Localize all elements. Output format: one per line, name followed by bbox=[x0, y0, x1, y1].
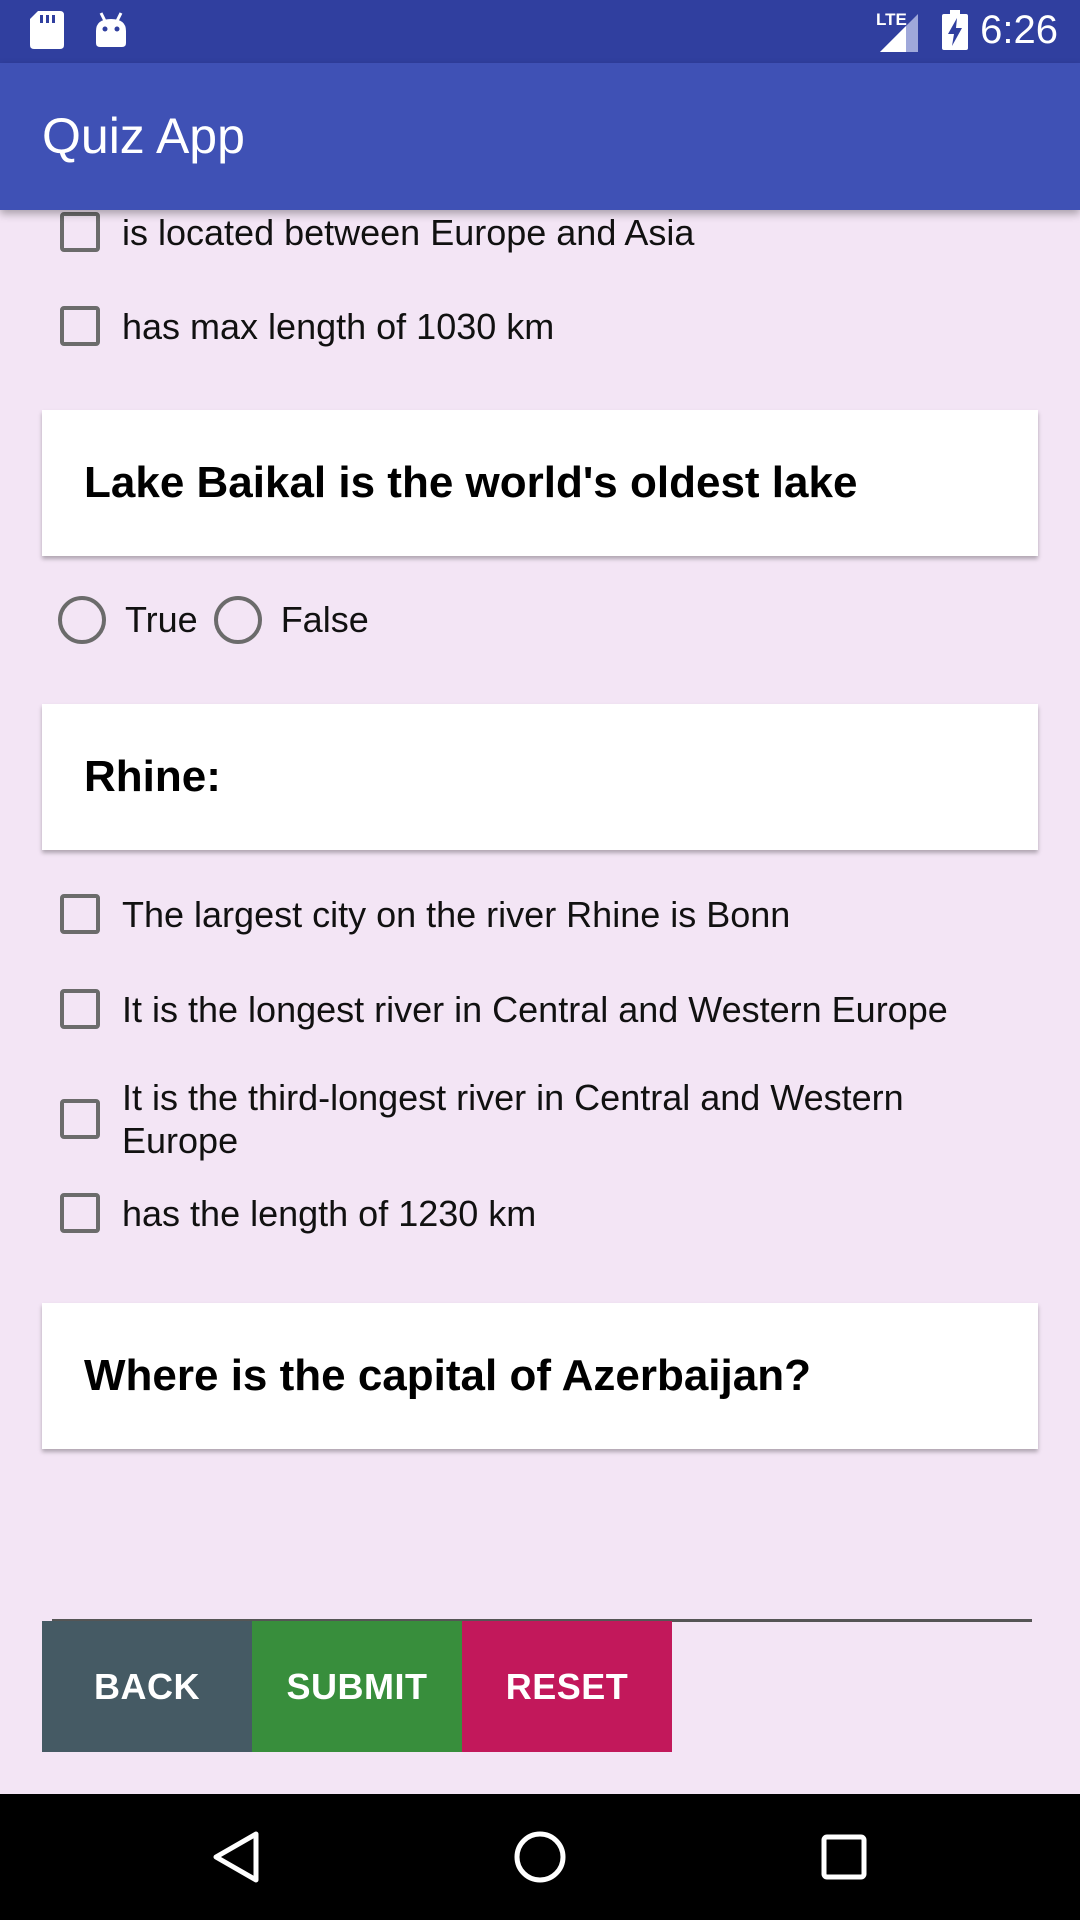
app-title: Quiz App bbox=[42, 108, 245, 164]
sd-card-icon bbox=[30, 11, 64, 54]
quiz-content[interactable]: is located between Europe and Asia has m… bbox=[0, 210, 1080, 1794]
option-label: It is the third-longest river in Central… bbox=[122, 1077, 904, 1161]
android-icon bbox=[94, 11, 128, 54]
option-row[interactable]: is located between Europe and Asia bbox=[60, 210, 1020, 254]
option-label: It is the longest river in Central and W… bbox=[122, 988, 948, 1030]
recents-square-icon[interactable] bbox=[764, 1794, 924, 1920]
app-bar: Quiz App bbox=[0, 63, 1080, 210]
checkbox[interactable] bbox=[60, 1193, 100, 1233]
checkbox[interactable] bbox=[60, 894, 100, 934]
signal-icon bbox=[880, 14, 918, 57]
checkbox[interactable] bbox=[60, 212, 100, 252]
checkbox[interactable] bbox=[60, 1099, 100, 1139]
home-circle-icon[interactable] bbox=[460, 1794, 620, 1920]
battery-charging-icon bbox=[942, 10, 968, 55]
option-row[interactable]: has max length of 1030 km bbox=[60, 304, 1020, 348]
back-button[interactable]: BACK bbox=[42, 1621, 252, 1752]
option-row[interactable]: It is the third-longest river in Central… bbox=[60, 1076, 1020, 1162]
action-buttons: BACK SUBMIT RESET bbox=[42, 1621, 672, 1752]
checkbox[interactable] bbox=[60, 989, 100, 1029]
radio-button[interactable] bbox=[213, 596, 262, 644]
question-card-rhine: Rhine: bbox=[42, 704, 1038, 850]
radio-group-baikal: True False bbox=[58, 596, 385, 644]
status-bar: LTE 6:26 bbox=[0, 0, 1080, 63]
question-title: Lake Baikal is the world's oldest lake bbox=[84, 458, 858, 507]
option-row[interactable]: It is the longest river in Central and W… bbox=[60, 987, 1020, 1031]
checkbox[interactable] bbox=[60, 306, 100, 346]
reset-button[interactable]: RESET bbox=[462, 1621, 672, 1752]
radio-label: True bbox=[125, 599, 198, 640]
option-label: is located between Europe and Asia bbox=[122, 211, 695, 253]
option-row[interactable]: has the length of 1230 km bbox=[60, 1191, 1020, 1235]
submit-button[interactable]: SUBMIT bbox=[252, 1621, 462, 1752]
clock: 6:26 bbox=[980, 8, 1058, 52]
radio-option-true[interactable]: True bbox=[58, 596, 198, 644]
radio-label: False bbox=[280, 599, 369, 640]
question-card-azerbaijan: Where is the capital of Azerbaijan? bbox=[42, 1303, 1038, 1449]
option-row[interactable]: The largest city on the river Rhine is B… bbox=[60, 892, 1020, 936]
option-label: has max length of 1030 km bbox=[122, 305, 555, 347]
question-card-baikal: Lake Baikal is the world's oldest lake bbox=[42, 410, 1038, 556]
back-triangle-icon[interactable] bbox=[156, 1794, 316, 1920]
radio-option-false[interactable]: False bbox=[213, 596, 369, 644]
question-title: Where is the capital of Azerbaijan? bbox=[84, 1351, 811, 1400]
navigation-bar bbox=[0, 1794, 1080, 1920]
answer-input[interactable] bbox=[52, 1557, 1032, 1622]
option-label: The largest city on the river Rhine is B… bbox=[122, 893, 791, 935]
question-title: Rhine: bbox=[84, 752, 221, 801]
option-label: has the length of 1230 km bbox=[122, 1192, 537, 1234]
radio-button[interactable] bbox=[58, 596, 106, 644]
